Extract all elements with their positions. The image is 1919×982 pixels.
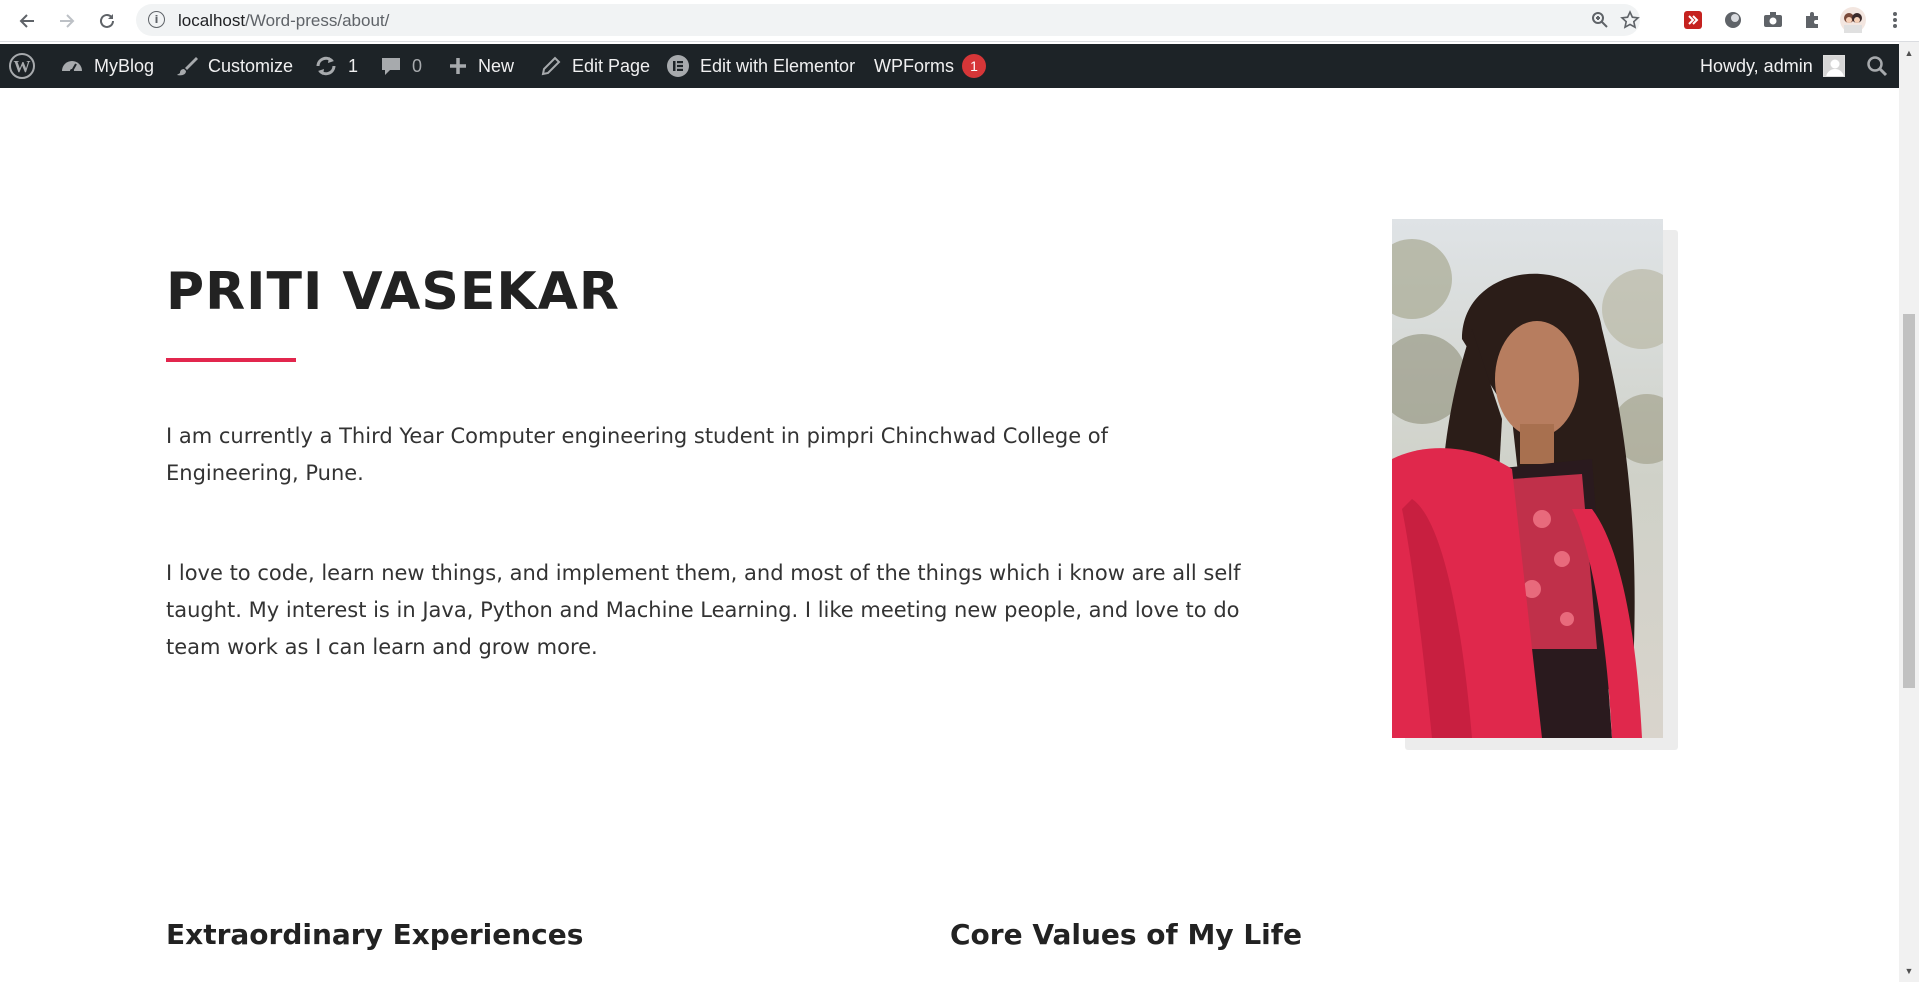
address-bar[interactable]: i localhost/Word-press/about/ <box>136 4 1640 36</box>
elementor-link[interactable]: Edit with Elementor <box>666 44 855 88</box>
extension-red-icon[interactable] <box>1682 9 1704 31</box>
profile-avatar-icon[interactable] <box>1840 7 1866 33</box>
browser-toolbar: i localhost/Word-press/about/ <box>0 0 1919 42</box>
profile-photo <box>1392 219 1663 738</box>
reload-icon[interactable] <box>94 8 120 34</box>
forward-arrow-icon[interactable] <box>54 8 80 34</box>
extensions-puzzle-icon[interactable] <box>1802 9 1824 31</box>
pencil-icon <box>540 55 562 77</box>
customize-link[interactable]: Customize <box>176 44 293 88</box>
url-host: localhost <box>178 11 246 30</box>
page-scrollbar[interactable]: ▲ ▼ <box>1899 42 1919 982</box>
search-icon[interactable] <box>1866 44 1888 88</box>
svg-text:W: W <box>14 57 31 76</box>
dashboard-icon <box>60 55 84 77</box>
page-title: PRITI VASEKAR <box>166 262 620 322</box>
edit-page-link[interactable]: Edit Page <box>540 44 650 88</box>
elementor-icon <box>666 54 690 78</box>
comment-bubble-icon <box>380 55 402 77</box>
site-name-link[interactable]: MyBlog <box>60 44 154 88</box>
plus-icon <box>448 56 468 76</box>
bookmark-star-icon[interactable] <box>1620 10 1640 30</box>
title-underline <box>166 358 296 362</box>
wpforms-link[interactable]: WPForms 1 <box>874 44 986 88</box>
paintbrush-icon <box>176 55 198 77</box>
url-text[interactable]: localhost/Word-press/about/ <box>178 11 389 31</box>
browser-menu-icon[interactable] <box>1884 9 1906 31</box>
comments-count: 0 <box>412 55 423 76</box>
updates-link[interactable]: 1 <box>314 44 358 88</box>
extension-circle-icon[interactable] <box>1722 9 1744 31</box>
page-content: PRITI VASEKAR I am currently a Third Yea… <box>0 88 1899 982</box>
account-menu[interactable]: Howdy, admin <box>1700 44 1845 88</box>
intro-paragraph: I am currently a Third Year Computer eng… <box>166 424 1109 485</box>
customize-label: Customize <box>208 55 294 76</box>
scroll-up-arrow-icon[interactable]: ▲ <box>1903 46 1915 60</box>
scroll-down-arrow-icon[interactable]: ▼ <box>1903 964 1915 978</box>
updates-count: 1 <box>348 55 359 76</box>
updates-refresh-icon <box>314 55 338 77</box>
interests-paragraph: I love to code, learn new things, and im… <box>166 561 1241 659</box>
elementor-label: Edit with Elementor <box>700 55 856 76</box>
url-path: /Word-press/about/ <box>245 11 390 30</box>
comments-link[interactable]: 0 <box>380 44 422 88</box>
section-title-core-values: Core Values of My Life <box>950 918 1302 951</box>
section-title-experiences: Extraordinary Experiences <box>166 918 584 951</box>
wpforms-badge: 1 <box>962 54 986 78</box>
admin-avatar <box>1822 55 1845 77</box>
zoom-icon[interactable] <box>1590 10 1610 30</box>
wpforms-label: WPForms <box>874 55 954 76</box>
howdy-label: Howdy, admin <box>1700 55 1813 76</box>
back-arrow-icon[interactable] <box>14 8 40 34</box>
wordpress-logo-icon[interactable]: W <box>8 44 36 88</box>
camera-icon[interactable] <box>1762 9 1784 31</box>
edit-page-label: Edit Page <box>572 55 651 76</box>
site-info-icon[interactable]: i <box>148 11 165 28</box>
new-label: New <box>478 55 515 76</box>
scroll-thumb[interactable] <box>1903 314 1915 688</box>
site-name-label: MyBlog <box>94 55 155 76</box>
new-content-link[interactable]: New <box>448 44 514 88</box>
wp-admin-bar: W MyBlog Customize 1 0 New Edit Page Edi… <box>0 44 1899 88</box>
